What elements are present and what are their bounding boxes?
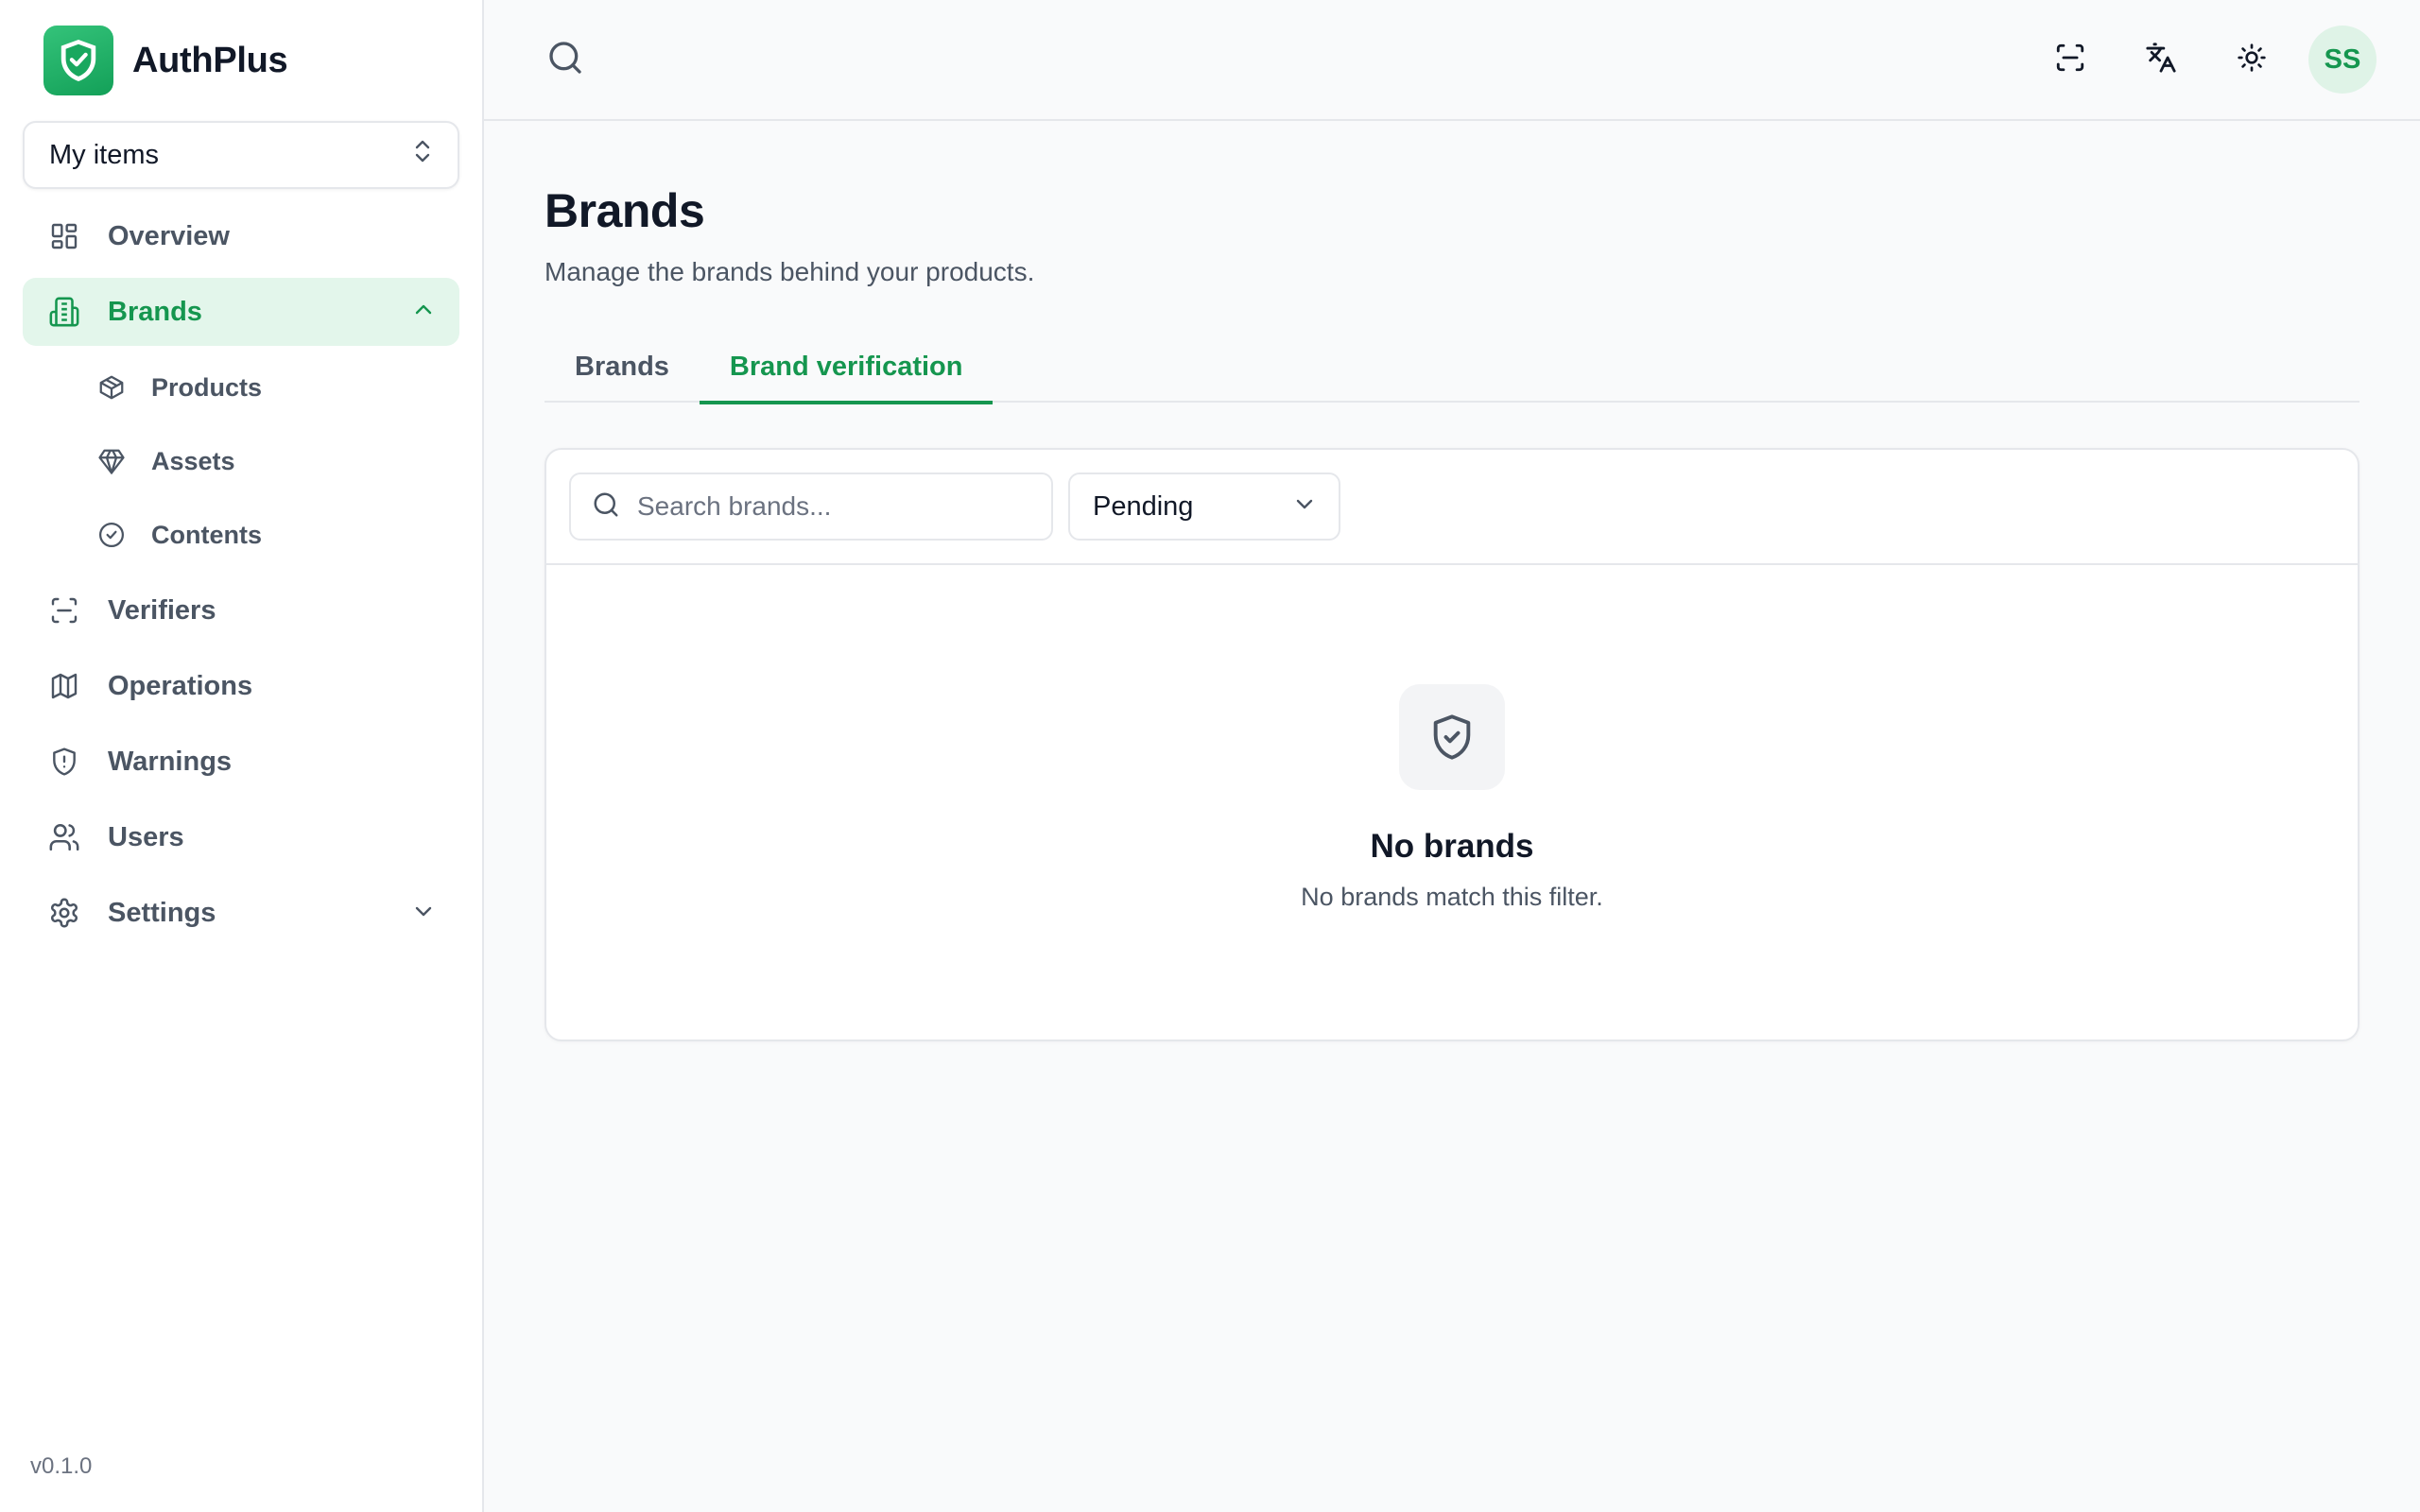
main-area: SS Brands Manage the brands behind your … [484, 0, 2420, 1512]
scan-button[interactable] [2036, 26, 2104, 94]
search-icon [592, 490, 620, 524]
sidebar-item-label: Assets [151, 446, 235, 475]
page-title: Brands [544, 184, 705, 237]
tab-brands[interactable]: Brands [544, 331, 700, 403]
sidebar-item-warnings[interactable]: Warnings [23, 728, 459, 796]
sidebar-item-label: Settings [108, 897, 216, 928]
search-field [569, 472, 1053, 541]
app-logo-icon [43, 26, 113, 95]
status-filter-select[interactable]: Pending [1068, 472, 1340, 541]
app-version: v0.1.0 [30, 1453, 93, 1479]
sidebar-item-brands[interactable]: Brands [23, 278, 459, 346]
empty-state: No brands No brands match this filter. [546, 565, 2358, 912]
empty-state-message: No brands match this filter. [1301, 883, 1603, 911]
sidebar-item-label: Operations [108, 670, 253, 701]
sidebar-item-verifiers[interactable]: Verifiers [23, 576, 459, 644]
topbar: SS [484, 0, 2420, 121]
sidebar-item-users[interactable]: Users [23, 803, 459, 871]
building-icon [47, 295, 81, 329]
status-filter-value: Pending [1093, 490, 1194, 522]
brand-verification-panel: Pending No brands [544, 448, 2360, 1041]
translate-icon [2145, 42, 2177, 78]
gear-icon [47, 896, 81, 930]
sidebar-nav: Overview Brands Products Assets Contents… [0, 202, 482, 947]
app-brand: AuthPlus [0, 0, 482, 121]
sidebar-item-products[interactable]: Products [23, 353, 459, 421]
sidebar-item-settings[interactable]: Settings [23, 879, 459, 947]
language-button[interactable] [2127, 26, 2195, 94]
sidebar-item-overview[interactable]: Overview [23, 202, 459, 270]
sidebar-item-label: Contents [151, 520, 262, 549]
badge-check-icon [96, 520, 127, 550]
gem-icon [96, 446, 127, 476]
global-search-button[interactable] [543, 37, 588, 82]
page-subtitle: Manage the brands behind your products. [544, 257, 1035, 286]
shield-check-icon [1399, 684, 1505, 790]
theme-toggle-button[interactable] [2218, 26, 2286, 94]
sidebar-item-operations[interactable]: Operations [23, 652, 459, 720]
user-avatar[interactable]: SS [2308, 26, 2377, 94]
workspace-select[interactable]: My items [23, 121, 459, 189]
sidebar-item-label: Overview [108, 220, 230, 251]
sidebar-item-label: Verifiers [108, 594, 216, 626]
scan-icon [47, 593, 81, 627]
filter-bar: Pending [546, 450, 2358, 565]
users-icon [47, 820, 81, 854]
sun-icon [2237, 43, 2267, 77]
chevron-down-icon [412, 900, 435, 927]
sidebar: AuthPlus My items Overview Brands Produc… [0, 0, 484, 1512]
page-content: Brands Manage the brands behind your pro… [484, 121, 2420, 1041]
sidebar-item-label: Products [151, 372, 263, 402]
search-input[interactable] [637, 491, 1030, 522]
sidebar-item-label: Users [108, 821, 184, 852]
scan-icon [2054, 42, 2086, 78]
package-icon [96, 372, 127, 403]
sidebar-item-assets[interactable]: Assets [23, 427, 459, 495]
grid-icon [47, 219, 81, 253]
chevron-down-icon [1293, 491, 1316, 523]
shield-alert-icon [47, 745, 81, 779]
map-icon [47, 669, 81, 703]
workspace-label: My items [49, 139, 159, 170]
tab-bar: Brands Brand verification [544, 331, 2360, 404]
topbar-actions: SS [2036, 26, 2377, 94]
chevron-up-icon [412, 299, 435, 326]
sidebar-item-label: Warnings [108, 746, 233, 777]
sidebar-item-label: Brands [108, 296, 202, 327]
sidebar-item-contents[interactable]: Contents [23, 501, 459, 569]
search-icon [546, 39, 584, 81]
tab-brand-verification[interactable]: Brand verification [699, 331, 994, 404]
chevron-up-down-icon [412, 137, 433, 173]
empty-state-title: No brands [1370, 828, 1534, 865]
app-name: AuthPlus [132, 40, 288, 80]
